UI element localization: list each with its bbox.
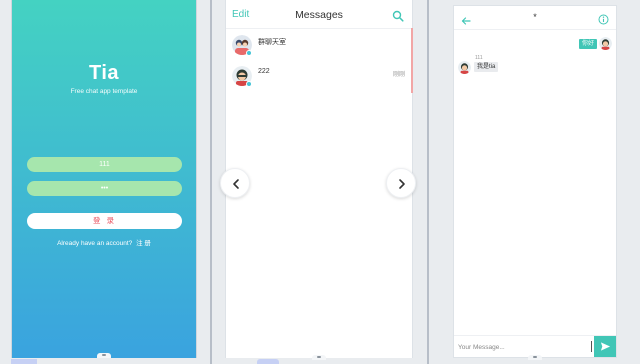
conversation-item[interactable]: 群聊天室 xyxy=(226,31,413,61)
login-screen: Tia Free chat app template 111 ••• 登 录 A… xyxy=(11,0,197,358)
incoming-message: 我是tia xyxy=(474,62,499,72)
messages-header: Edit Messages xyxy=(226,0,412,29)
pull-up-handle[interactable] xyxy=(528,355,542,360)
messages-screen: Edit Messages 群聊天室 222 刚刚 xyxy=(225,0,413,358)
sender-name: 111 xyxy=(475,55,483,61)
avatar xyxy=(599,37,612,50)
password-field[interactable]: ••• xyxy=(27,181,182,196)
conversation-time: 刚刚 xyxy=(392,72,405,78)
conversation-item[interactable]: 222 刚刚 xyxy=(226,62,413,92)
chat-header: * xyxy=(454,6,616,30)
previous-screen-button[interactable] xyxy=(220,168,250,198)
scroll-highlight xyxy=(411,28,413,93)
search-icon[interactable] xyxy=(392,9,404,22)
online-status-dot xyxy=(246,50,252,56)
conversation-name: 222 xyxy=(258,68,270,75)
conversation-name: 群聊天室 xyxy=(258,39,286,46)
message-input[interactable] xyxy=(458,341,590,353)
page-title: Messages xyxy=(295,9,343,21)
divider xyxy=(427,0,429,364)
chevron-left-icon xyxy=(233,179,239,189)
avatar xyxy=(458,61,471,74)
signup-link[interactable]: 注 册 xyxy=(136,240,151,247)
send-icon xyxy=(600,342,611,351)
scroll-indicator xyxy=(257,359,279,364)
scroll-indicator xyxy=(11,359,37,364)
pull-up-handle[interactable] xyxy=(97,353,111,358)
send-button[interactable] xyxy=(594,336,616,357)
signup-prompt: Already have an account? 注 册 xyxy=(12,237,196,247)
pull-up-handle[interactable] xyxy=(312,355,326,360)
login-button[interactable]: 登 录 xyxy=(27,213,182,229)
signup-prompt-text: Already have an account? xyxy=(57,240,133,247)
chevron-right-icon xyxy=(399,179,405,189)
message-composer xyxy=(454,335,616,357)
text-caret xyxy=(591,341,592,352)
info-icon[interactable] xyxy=(598,12,609,25)
next-screen-button[interactable] xyxy=(386,168,416,198)
outgoing-message: 你好 xyxy=(578,39,597,49)
chat-screen: * 你好 111 我是tia xyxy=(453,5,617,358)
chat-title: * xyxy=(533,12,537,22)
app-logo-text: Tia xyxy=(88,62,120,84)
app-tagline: Free chat app template xyxy=(70,88,138,95)
username-field[interactable]: 111 xyxy=(27,157,182,172)
divider xyxy=(210,0,212,364)
online-status-dot xyxy=(246,81,252,87)
